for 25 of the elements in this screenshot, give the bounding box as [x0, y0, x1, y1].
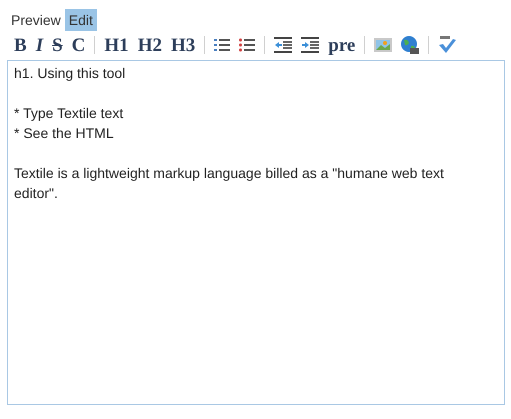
globe-icon	[401, 36, 420, 54]
format-button[interactable]: H1	[104, 36, 129, 54]
format-button[interactable]: H2	[138, 36, 162, 54]
format-button[interactable]: S	[52, 36, 63, 54]
globe-button[interactable]	[401, 36, 420, 54]
image-icon	[374, 38, 392, 52]
format-button[interactable]: B	[14, 36, 27, 54]
editor-field[interactable]: h1. Using this tool * Type Textile text * See the HTML Textile is a lightweight markup language billed as a "humane web text editor".	[7, 60, 505, 405]
spellcheck-button[interactable]	[438, 36, 456, 54]
numbered-list-button[interactable]	[214, 38, 230, 52]
indent-icon	[274, 37, 292, 53]
numbered-list-icon	[214, 38, 230, 52]
tab[interactable]: Preview	[7, 9, 65, 31]
image-button[interactable]	[374, 38, 392, 52]
format-button[interactable]: C	[72, 36, 86, 54]
format-button[interactable]: pre	[328, 36, 356, 54]
indent-button[interactable]	[274, 37, 292, 53]
bullet-list-icon	[239, 38, 256, 52]
spellcheck-icon	[438, 36, 456, 54]
format-button[interactable]: I	[36, 36, 44, 54]
tab[interactable]: Edit	[64, 9, 97, 31]
bullet-list-button[interactable]	[239, 38, 256, 52]
outdent-icon	[301, 37, 320, 53]
format-button[interactable]: H3	[170, 36, 196, 54]
outdent-button[interactable]	[301, 37, 320, 53]
